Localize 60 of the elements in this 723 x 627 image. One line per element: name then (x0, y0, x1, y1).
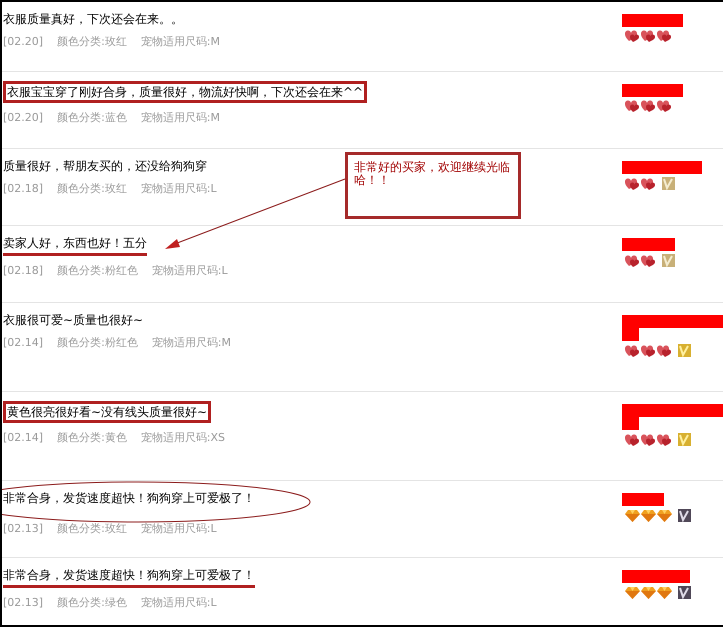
heart-icon (657, 344, 672, 356)
color-category: 颜色分类:黄色 (57, 431, 127, 445)
color-category: 颜色分类:绿色 (57, 596, 127, 610)
heart-icon (641, 344, 656, 356)
heart-icon (625, 178, 640, 190)
heart-icon (641, 254, 656, 266)
color-category: 颜色分类:蓝色 (57, 111, 127, 125)
redaction-bar (622, 84, 683, 97)
heart-icon (641, 178, 656, 190)
review-date: [02.20] (3, 111, 44, 125)
review-comment: 非常合身，发货速度超快！狗狗穿上可爱极了！ (3, 490, 255, 506)
review-comment: 衣服很可爱~质量也很好~ (3, 312, 144, 328)
pet-size: 宠物适用尺码:L (152, 264, 228, 278)
heart-icon (657, 100, 672, 112)
review-date: [02.18] (3, 264, 44, 278)
review-comment: 非常合身，发货速度超快！狗狗穿上可爱极了！ (3, 567, 255, 588)
diamond-icon (641, 586, 656, 598)
pet-size: 宠物适用尺码:XS (140, 431, 226, 445)
pet-size: 宠物适用尺码:L (140, 596, 217, 610)
pet-size: 宠物适用尺码:L (140, 182, 217, 196)
color-category: 颜色分类:玫红 (57, 522, 127, 536)
diamond-icon (641, 510, 656, 522)
review-date: [02.20] (3, 35, 44, 49)
review-date: [02.18] (3, 182, 44, 196)
diamond-icon (625, 510, 640, 522)
pet-size: 宠物适用尺码:M (140, 35, 220, 49)
review-date: [02.14] (3, 336, 44, 350)
color-category: 颜色分类:玫红 (57, 35, 127, 49)
review-comment: 黄色很亮很好看~没有线头质量很好~ (3, 401, 212, 423)
color-category: 颜色分类:粉红色 (57, 336, 138, 350)
redaction-bar (622, 570, 690, 583)
review-date: [02.13] (3, 522, 44, 536)
diamond-icon (657, 510, 672, 522)
heart-icon (625, 30, 640, 42)
heart-icon (625, 254, 640, 266)
heart-icon (641, 434, 656, 446)
diamond-icon (657, 586, 672, 598)
review-date: [02.14] (3, 431, 44, 445)
color-category: 颜色分类:玫红 (57, 182, 127, 196)
heart-icon (625, 100, 640, 112)
diamond-icon (625, 586, 640, 598)
review-comment: 质量很好，帮朋友买的，还没给狗狗穿 (3, 158, 207, 174)
review-comment: 卖家人好，东西也好！五分 (3, 235, 147, 256)
heart-icon (625, 344, 640, 356)
callout-note: 非常好的买家，欢迎继续光临哈！！ (345, 152, 521, 219)
heart-icon (657, 30, 672, 42)
redaction-bar (622, 238, 675, 251)
redaction-bar (622, 14, 683, 27)
review-comment: 衣服质量真好，下次还会在来。。 (3, 11, 183, 27)
pet-size: 宠物适用尺码:L (140, 522, 217, 536)
pet-size: 宠物适用尺码:M (152, 336, 231, 350)
review-comment: 衣服宝宝穿了刚好合身，质量很好，物流好快啊，下次还会在来^^ (3, 81, 368, 103)
heart-icon (641, 30, 656, 42)
heart-icon (641, 100, 656, 112)
heart-icon (625, 434, 640, 446)
review-date: [02.13] (3, 596, 44, 610)
color-category: 颜色分类:粉红色 (57, 264, 138, 278)
redaction-bar (622, 493, 664, 506)
heart-icon (657, 434, 672, 446)
pet-size: 宠物适用尺码:M (140, 111, 220, 125)
